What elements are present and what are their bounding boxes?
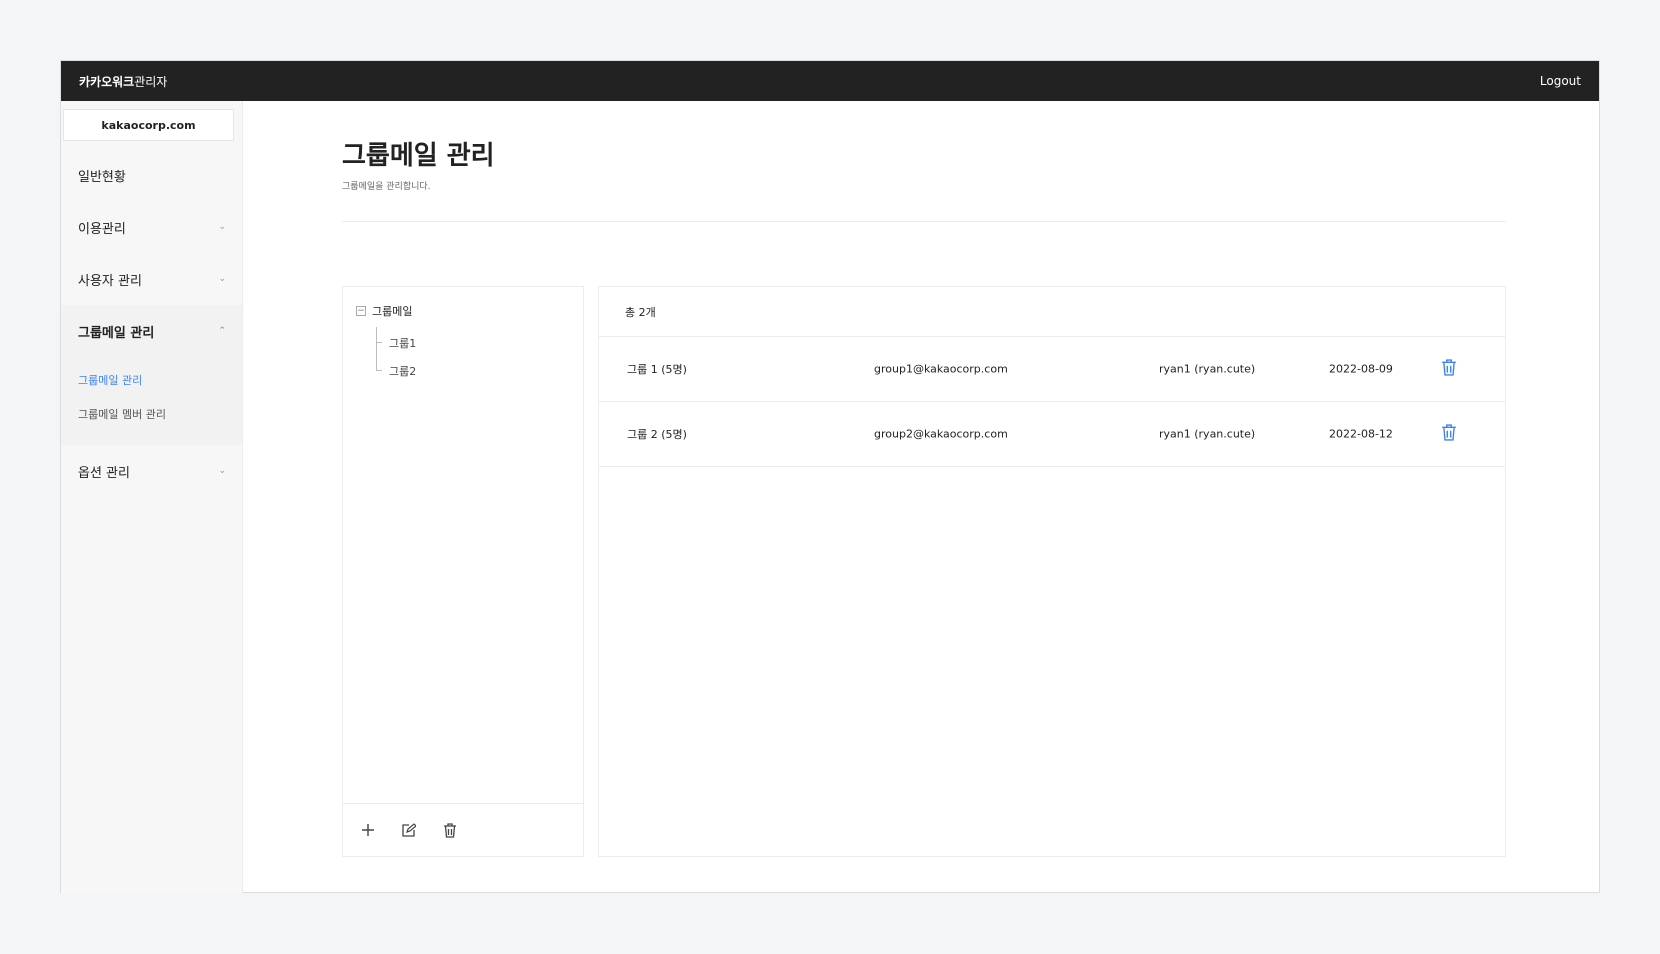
sidebar-subnav: 그룹메일 관리 그룹메일 멤버 관리: [61, 357, 242, 445]
subnav-item-groupmail-members[interactable]: 그룹메일 멤버 관리: [61, 397, 242, 431]
brand-logo: 카카오워크관리자: [79, 73, 167, 90]
tree-root-label: 그룹메일: [372, 305, 413, 318]
domain-selector[interactable]: kakaocorp.com: [63, 109, 234, 141]
group-owner: ryan1 (ryan.cute): [1159, 427, 1256, 441]
tree-item-group1[interactable]: 그룹1: [389, 335, 416, 351]
chevron-down-icon: ⌄: [218, 222, 226, 232]
tree-root[interactable]: − 그룹메일: [356, 303, 412, 319]
group-date: 2022-08-09: [1329, 362, 1393, 376]
page-description: 그룹메일을 관리합니다.: [342, 182, 431, 192]
add-button[interactable]: [357, 820, 378, 841]
sidebar-item-options[interactable]: 옵션 관리 ⌄: [61, 445, 242, 497]
edit-button[interactable]: [398, 820, 419, 841]
edit-icon: [402, 822, 416, 837]
list-total: 총 2개: [599, 287, 1505, 337]
sidebar-item-label: 옵션 관리: [78, 465, 130, 481]
divider: [342, 221, 1506, 222]
sidebar-item-label: 일반현황: [78, 169, 126, 185]
top-bar: 카카오워크관리자 Logout: [61, 61, 1599, 101]
brand-rest: 관리자: [134, 74, 168, 89]
chevron-up-icon: ⌃: [218, 326, 226, 336]
trash-icon: [1442, 424, 1456, 441]
sidebar-item-overview[interactable]: 일반현황: [61, 149, 242, 201]
group-email: group1@kakaocorp.com: [874, 362, 1008, 376]
group-name: 그룹 2 (5명): [627, 428, 687, 441]
tree-item-group2[interactable]: 그룹2: [389, 363, 416, 379]
row-delete-button[interactable]: [1441, 424, 1457, 445]
row-delete-button[interactable]: [1441, 359, 1457, 380]
tree-branch: [376, 370, 382, 371]
plus-icon: [361, 824, 374, 836]
logout-button[interactable]: Logout: [1540, 74, 1581, 88]
brand-bold: 카카오워크: [79, 74, 135, 89]
sidebar-item-usage[interactable]: 이용관리 ⌄: [61, 201, 242, 253]
sidebar-item-label: 사용자 관리: [78, 273, 142, 289]
tree-branch: [376, 342, 382, 343]
main-content: 그룹메일 관리 그룹메일을 관리합니다. − 그룹메일 그룹1 그룹2 총 2개…: [243, 101, 1599, 893]
group-tree-panel: − 그룹메일 그룹1 그룹2: [342, 286, 584, 857]
group-name: 그룹 1 (5명): [627, 363, 687, 376]
page-title: 그룹메일 관리: [342, 141, 495, 171]
sidebar: kakaocorp.com 일반현황 이용관리 ⌄ 사용자 관리 ⌄ 그룹메일 …: [61, 101, 243, 893]
group-owner: ryan1 (ryan.cute): [1159, 362, 1256, 376]
collapse-icon[interactable]: −: [356, 306, 366, 316]
sidebar-item-label: 그룹메일 관리: [78, 325, 155, 341]
table-row[interactable]: 그룹 1 (5명) group1@kakaocorp.com ryan1 (ry…: [599, 337, 1505, 402]
sidebar-item-label: 이용관리: [78, 221, 126, 237]
trash-icon: [1442, 359, 1456, 376]
group-list-panel: 총 2개 그룹 1 (5명) group1@kakaocorp.com ryan…: [598, 286, 1506, 857]
table-row[interactable]: 그룹 2 (5명) group2@kakaocorp.com ryan1 (ry…: [599, 402, 1505, 467]
admin-window: 카카오워크관리자 Logout kakaocorp.com 일반현황 이용관리 …: [60, 60, 1600, 893]
sidebar-item-groupmail[interactable]: 그룹메일 관리 ⌃: [61, 305, 242, 357]
tree-toolbar: [343, 803, 583, 856]
trash-icon: [443, 822, 456, 838]
tree-connector: [376, 327, 377, 371]
chevron-down-icon: ⌄: [218, 466, 226, 476]
delete-button[interactable]: [439, 820, 460, 841]
group-date: 2022-08-12: [1329, 427, 1393, 441]
sidebar-item-users[interactable]: 사용자 관리 ⌄: [61, 253, 242, 305]
group-email: group2@kakaocorp.com: [874, 427, 1008, 441]
subnav-item-groupmail[interactable]: 그룹메일 관리: [61, 363, 242, 397]
chevron-down-icon: ⌄: [218, 274, 226, 284]
